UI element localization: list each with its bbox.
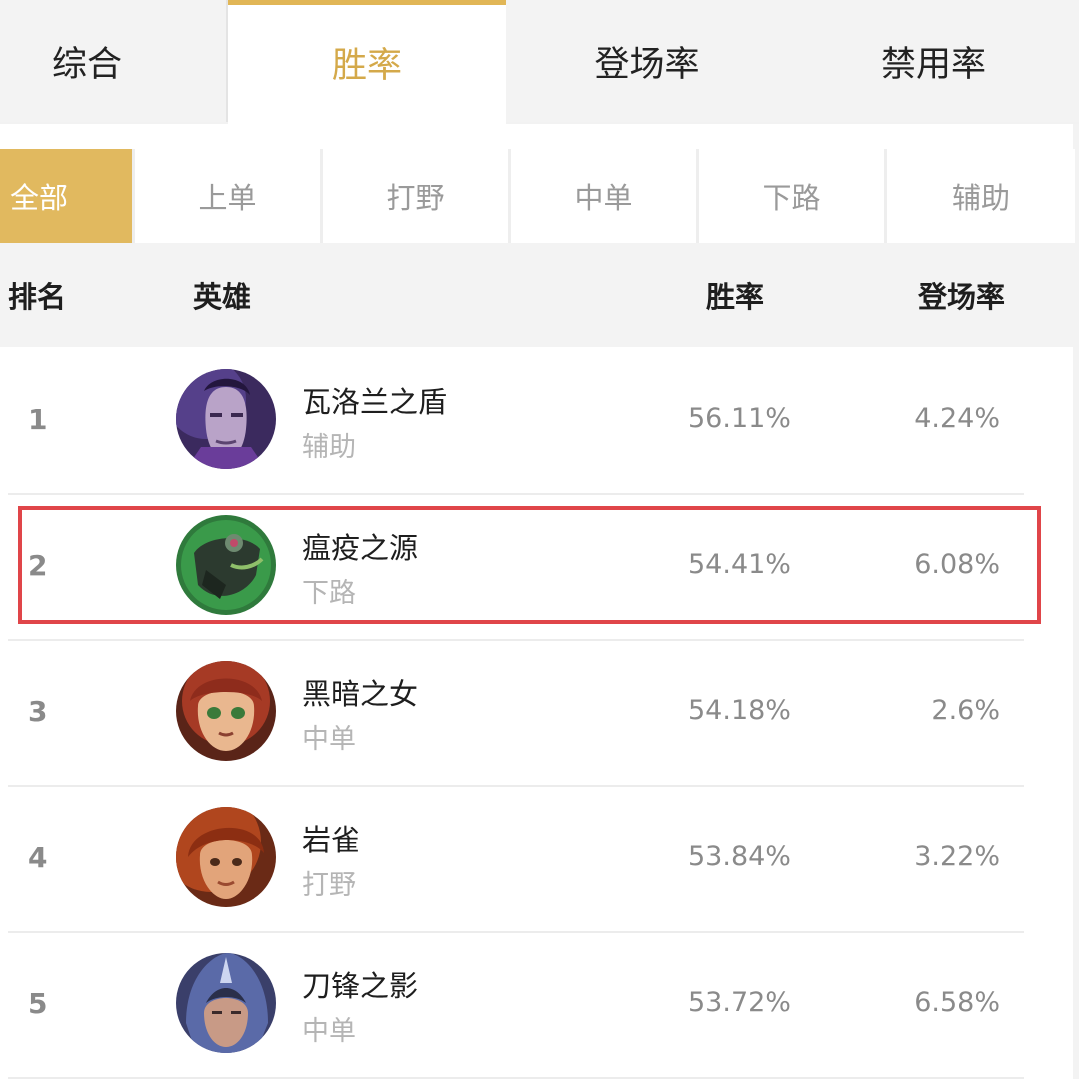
tab-banrate[interactable]: 禁用率 (788, 0, 1079, 122)
ranking-tabs: 综合 胜率 登场率 禁用率 (0, 0, 1079, 124)
position-jungle[interactable]: 打野 (323, 149, 508, 243)
position-top[interactable]: 上单 (135, 149, 320, 243)
tab-pickrate[interactable]: 登场率 (506, 0, 788, 122)
position-filter: 全部 上单 打野 中单 下路 辅助 (0, 149, 1075, 243)
tab-winrate[interactable]: 胜率 (228, 0, 506, 124)
hero-pickrate: 6.58% (914, 987, 1000, 1018)
table-row[interactable]: 3 黑暗之女 中单 54.18% 2.6% (0, 639, 1079, 785)
tab-overall[interactable]: 综合 (0, 0, 228, 122)
header-winrate[interactable]: 胜率 (706, 243, 764, 347)
table-header: 排名 英雄 胜率 登场率 (0, 243, 1079, 347)
position-support[interactable]: 辅助 (887, 149, 1075, 243)
hero-pickrate: 4.24% (914, 403, 1000, 434)
hero-pickrate: 3.22% (914, 841, 1000, 872)
table-row[interactable]: 5 刀锋之影 中单 53.72% 6.58% (0, 931, 1079, 1077)
hero-ranking-page: 综合 胜率 登场率 禁用率 全部 上单 打野 中单 下路 辅助 排名 英雄 胜率… (0, 0, 1079, 1079)
table-row[interactable]: 1 瓦洛兰之盾 辅助 56.11% 4.24% (0, 347, 1079, 493)
hero-pickrate: 6.08% (914, 549, 1000, 580)
table-row[interactable]: 4 岩雀 打野 53.84% 3.22% (0, 785, 1079, 931)
header-pickrate[interactable]: 登场率 (918, 243, 1005, 347)
header-rank: 排名 (8, 280, 67, 314)
header-hero: 英雄 (193, 280, 252, 314)
hero-pickrate: 2.6% (931, 695, 1000, 726)
position-mid[interactable]: 中单 (511, 149, 696, 243)
position-all[interactable]: 全部 (0, 149, 132, 243)
position-bottom[interactable]: 下路 (699, 149, 884, 243)
table-row[interactable]: 2 瘟疫之源 下路 54.41% 6.08% (0, 493, 1079, 639)
